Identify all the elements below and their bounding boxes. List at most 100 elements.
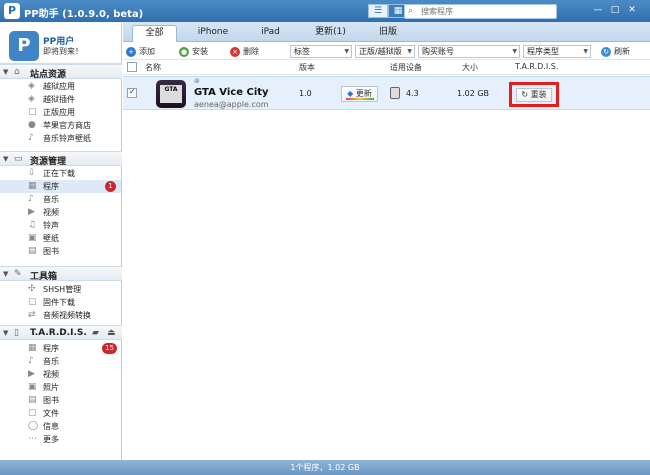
account-filter-select[interactable]: 购买账号 ▼ bbox=[418, 45, 520, 58]
type-filter-select[interactable]: 程序类型 ▼ bbox=[523, 45, 591, 58]
sidebar-item-books[interactable]: ▤ 图书 bbox=[0, 245, 121, 258]
tags-filter-value: 标签 bbox=[294, 47, 310, 56]
sidebar-item-label: 壁纸 bbox=[43, 234, 59, 243]
device-icon: ▯ bbox=[14, 328, 19, 338]
sidebar-item-tardis-files[interactable]: ▢ 文件 bbox=[0, 407, 121, 420]
sidebar-item-video[interactable]: ▶ 视频 bbox=[0, 206, 121, 219]
column-tardis[interactable]: T.A.R.D.I.S. bbox=[515, 62, 558, 71]
sidebar-item-programs[interactable]: ▦ 程序 1 bbox=[0, 180, 121, 193]
minimize-button[interactable]: — bbox=[592, 5, 604, 16]
sidebar-item-media-convert[interactable]: ⇄ 音频视频转换 bbox=[0, 309, 121, 322]
sidebar-item-tardis-books[interactable]: ▤ 图书 bbox=[0, 394, 121, 407]
sidebar-item-ringtones[interactable]: ♫ 铃声 bbox=[0, 219, 121, 232]
sidebar-item-shsh[interactable]: ✣ SHSH管理 bbox=[0, 283, 121, 296]
section-title: 站点资源 bbox=[30, 70, 67, 80]
sidebar-item-firmware[interactable]: ▢ 固件下载 bbox=[0, 296, 121, 309]
sidebar-item-wallpapers[interactable]: ▣ 壁纸 bbox=[0, 232, 121, 245]
update-icon: ◆ bbox=[347, 89, 354, 98]
search-icon: ⌕ bbox=[408, 6, 414, 16]
dropdown-arrow-icon: ▼ bbox=[407, 48, 412, 55]
sidebar-item-label: 文件 bbox=[43, 409, 59, 418]
sidebar-item-tardis-video[interactable]: ▶ 视频 bbox=[0, 368, 121, 381]
tab-old-versions[interactable]: 旧版 bbox=[368, 25, 408, 42]
firmware-icon: ▢ bbox=[28, 297, 37, 307]
tab-iphone[interactable]: iPhone bbox=[188, 25, 238, 42]
refresh-button[interactable]: ↻ 刷新 bbox=[601, 45, 630, 58]
search-input[interactable] bbox=[421, 6, 553, 17]
reinstall-highlight: ↻ 重装 bbox=[509, 82, 559, 107]
app-account: aenea@apple.com bbox=[194, 100, 269, 109]
column-version[interactable]: 版本 bbox=[299, 62, 315, 73]
sidebar-item-tardis-more[interactable]: ⋯ 更多 bbox=[0, 433, 121, 446]
app-size: 1.02 GB bbox=[457, 89, 490, 98]
sidebar-item-downloading[interactable]: ⇩ 正在下载 bbox=[0, 167, 121, 180]
sidebar-item-tardis-programs[interactable]: ▦ 程序 15 bbox=[0, 342, 121, 355]
app-logo-icon: P bbox=[4, 3, 20, 19]
sidebar-item-jailbreak-plugins[interactable]: ◈ 越狱插件 bbox=[0, 93, 121, 106]
tab-all[interactable]: 全部 bbox=[132, 25, 177, 42]
row-checkbox[interactable] bbox=[127, 87, 137, 98]
avatar[interactable]: P bbox=[9, 31, 39, 61]
add-icon: + bbox=[126, 47, 136, 57]
close-button[interactable]: ✕ bbox=[626, 5, 638, 16]
window-title: PP助手 (1.0.9.0, beta) bbox=[24, 9, 144, 20]
video-icon: ▶ bbox=[28, 369, 35, 379]
column-size[interactable]: 大小 bbox=[462, 62, 478, 73]
sidebar-item-label: 更多 bbox=[43, 435, 59, 444]
column-devices[interactable]: 适用设备 bbox=[390, 62, 422, 73]
music-icon: ♪ bbox=[28, 133, 34, 143]
section-site-resources[interactable]: ▼ ⌂ 站点资源 bbox=[0, 64, 122, 80]
collapse-icon: ▼ bbox=[3, 155, 9, 163]
sidebar-item-app-store[interactable]: ● 苹果官方商店 bbox=[0, 119, 121, 132]
sidebar-item-jailbreak-apps[interactable]: ◈ 越狱应用 bbox=[0, 80, 121, 93]
sidebar-item-label: 图书 bbox=[43, 396, 59, 405]
battery-icon[interactable]: ▰ bbox=[92, 328, 99, 338]
sidebar-item-label: 正在下载 bbox=[43, 169, 75, 178]
sidebar-item-music[interactable]: ♪ 音乐 bbox=[0, 193, 121, 206]
list-view-icon[interactable]: ☰ bbox=[368, 4, 388, 18]
section-title: 资源管理 bbox=[30, 157, 67, 167]
delete-label: 删除 bbox=[243, 47, 259, 56]
table-row[interactable]: GTA ⊚ GTA Vice City aenea@apple.com 1.0 … bbox=[123, 76, 650, 110]
sidebar-item-tardis-music[interactable]: ♪ 音乐 bbox=[0, 355, 121, 368]
version-filter-select[interactable]: 正版/越狱版 ▼ bbox=[355, 45, 415, 58]
update-button[interactable]: ◆ 更新 bbox=[341, 86, 378, 102]
search-box[interactable]: ⌕ bbox=[404, 4, 557, 19]
delete-button[interactable]: × 删除 bbox=[230, 45, 259, 58]
column-name[interactable]: 名称 bbox=[145, 62, 161, 73]
sidebar-item-tardis-photos[interactable]: ▣ 照片 bbox=[0, 381, 121, 394]
main-panel: 全部 iPhone iPad 更新(1) 旧版 + 添加 ● 安装 × 删除 标签 ▼ … bbox=[123, 22, 650, 460]
home-icon: ⌂ bbox=[14, 67, 20, 77]
sidebar-item-label: 程序 bbox=[43, 182, 59, 191]
book-icon: ▤ bbox=[28, 246, 37, 256]
programs-icon: ▦ bbox=[28, 181, 37, 191]
install-button[interactable]: ● 安装 bbox=[179, 45, 208, 58]
add-button[interactable]: + 添加 bbox=[126, 45, 155, 58]
tab-ipad[interactable]: iPad bbox=[248, 25, 293, 42]
book-icon: ▤ bbox=[28, 395, 37, 405]
sidebar-item-label: 视频 bbox=[43, 208, 59, 217]
select-all-checkbox[interactable] bbox=[127, 62, 137, 72]
account-filter-value: 购买账号 bbox=[422, 47, 454, 56]
section-tardis[interactable]: ▼ ▯ T.A.R.D.I.S. ▰ ⏏ bbox=[0, 325, 122, 340]
reinstall-button[interactable]: ↻ 重装 bbox=[516, 88, 552, 102]
tab-bar: 全部 iPhone iPad 更新(1) 旧版 bbox=[123, 22, 650, 42]
sidebar-item-music-ringtone-wallpaper[interactable]: ♪ 音乐铃声壁纸 bbox=[0, 132, 121, 145]
sidebar-item-tardis-messages[interactable]: ◯ 信息 bbox=[0, 420, 121, 433]
app-name: GTA Vice City bbox=[194, 87, 269, 98]
file-icon: ▢ bbox=[28, 408, 37, 418]
reinstall-icon: ↻ bbox=[521, 90, 529, 99]
sidebar-item-label: 越狱应用 bbox=[43, 82, 75, 91]
refresh-label: 刷新 bbox=[614, 47, 630, 56]
eject-icon[interactable]: ⏏ bbox=[107, 328, 116, 338]
tags-filter-select[interactable]: 标签 ▼ bbox=[290, 45, 352, 58]
sidebar-item-official-apps[interactable]: ▢ 正版应用 bbox=[0, 106, 121, 119]
section-resource-management[interactable]: ▼ ▭ 资源管理 bbox=[0, 151, 122, 167]
collapse-icon: ▼ bbox=[3, 68, 9, 76]
maximize-button[interactable]: □ bbox=[609, 5, 621, 16]
column-header: 名称 版本 适用设备 大小 T.A.R.D.I.S. bbox=[123, 60, 650, 75]
apple-icon: ● bbox=[28, 120, 36, 130]
section-toolbox[interactable]: ▼ ✎ 工具箱 bbox=[0, 266, 122, 282]
version-filter-value: 正版/越狱版 bbox=[359, 47, 402, 56]
tab-updates[interactable]: 更新(1) bbox=[303, 25, 358, 42]
